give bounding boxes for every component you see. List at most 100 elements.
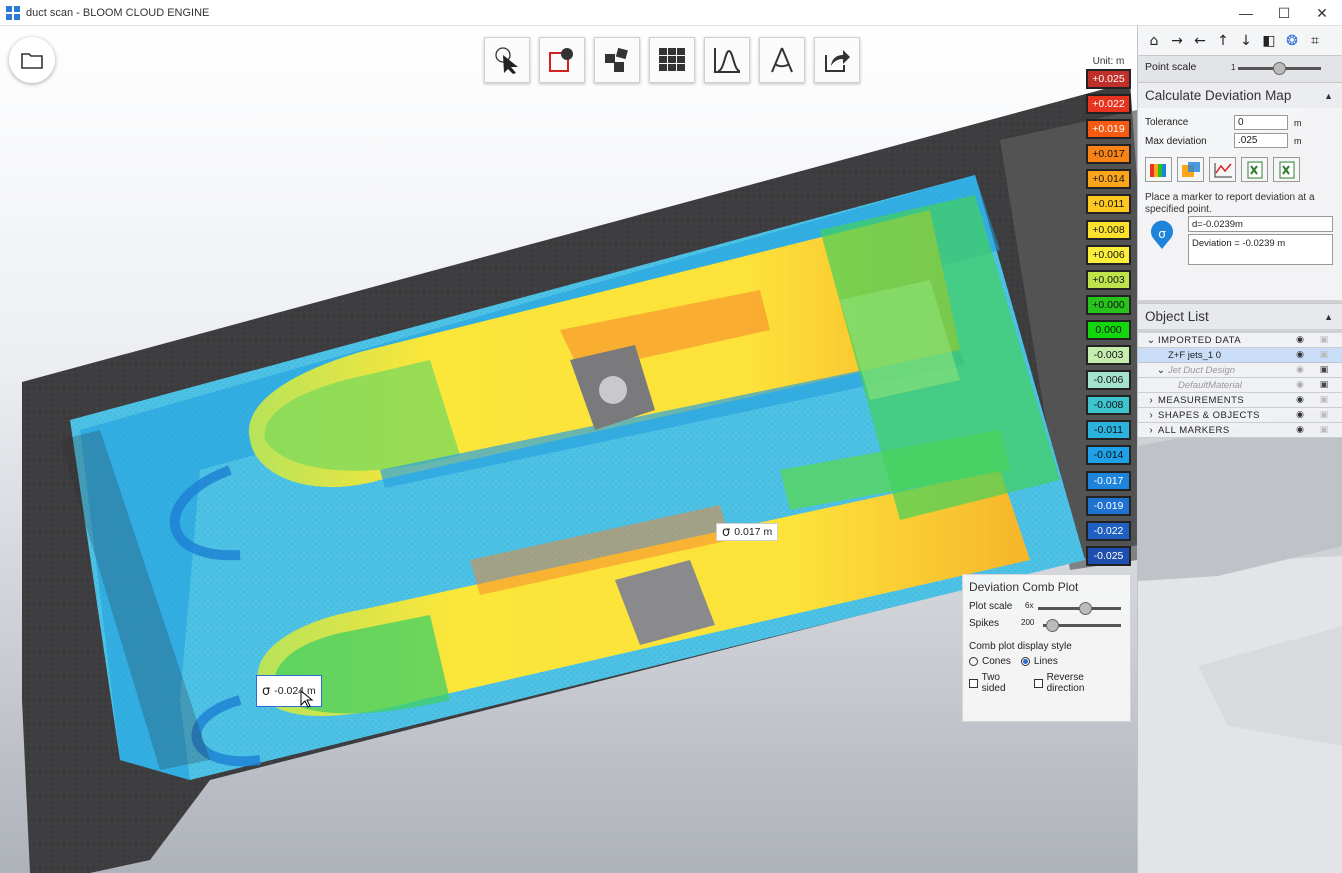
visibility-eye-icon[interactable]: ◉ <box>1294 395 1306 405</box>
tolerance-input[interactable]: 0 <box>1234 115 1288 130</box>
expand-arrow-icon[interactable]: › <box>1144 410 1158 421</box>
plot-scale-slider[interactable] <box>1038 602 1121 615</box>
deviation-legend: +0.025 +0.022 +0.019 +0.017 +0.014 +0.011 +0.0… <box>1086 69 1131 571</box>
point-scale-slider-knob[interactable] <box>1273 62 1286 75</box>
svg-text:σ: σ <box>1158 227 1166 241</box>
legend-unit: Unit: m <box>1092 56 1125 67</box>
marker-detail-field[interactable]: Deviation = -0.0239 m <box>1188 234 1333 265</box>
deviation-marker[interactable]: σ 0.017 m <box>716 523 779 541</box>
home-view-icon[interactable]: ⌂ <box>1146 33 1162 49</box>
lock-icon[interactable]: ▣ <box>1318 425 1330 435</box>
cursor-icon <box>495 47 518 74</box>
lock-icon[interactable]: ▣ <box>1318 395 1330 405</box>
share-icon <box>825 50 850 72</box>
excel-report-button[interactable] <box>1273 157 1300 182</box>
arrow-up-icon[interactable]: ↑ <box>1215 33 1231 49</box>
object-list-header[interactable]: Object List ▲ <box>1138 303 1342 329</box>
export-tool-button[interactable] <box>814 37 860 83</box>
spikes-slider[interactable] <box>1043 619 1121 632</box>
marker-pin-icon: σ <box>262 683 271 699</box>
visibility-eye-icon[interactable]: ◉ <box>1294 335 1306 345</box>
object-list-row[interactable]: › SHAPES & OBJECTS ◉ ▣ <box>1138 408 1342 423</box>
marker-pin-icon[interactable]: σ <box>1148 220 1176 250</box>
visibility-eye-icon[interactable]: ◉ <box>1294 350 1306 360</box>
arrow-right-icon[interactable]: → <box>1169 33 1185 49</box>
legend-swatch: +0.000 <box>1086 294 1131 315</box>
max-deviation-input[interactable]: .025 <box>1234 133 1288 148</box>
title-bar: duct scan - BLOOM CLOUD ENGINE — ☐ ✕ <box>0 0 1342 26</box>
excel-export-button[interactable] <box>1241 157 1268 182</box>
expand-arrow-icon[interactable]: › <box>1144 395 1158 406</box>
axes-chart-button[interactable] <box>1209 157 1236 182</box>
spikes-slider-knob[interactable] <box>1046 619 1060 632</box>
lock-icon[interactable]: ▣ <box>1318 380 1330 390</box>
comb-plot-panel: Deviation Comb Plot Plot scale 6x Spikes… <box>962 574 1131 722</box>
grid-tool-button[interactable] <box>649 37 695 83</box>
segment-tool-button[interactable] <box>594 37 640 83</box>
lock-icon[interactable]: ▣ <box>1318 410 1330 420</box>
object-list-row[interactable]: › ALL MARKERS ◉ ▣ <box>1138 423 1342 438</box>
reverse-direction-checkbox[interactable]: Reverse direction <box>1033 672 1120 694</box>
legend-swatch: -0.003 <box>1086 345 1131 366</box>
point-scale-label: Point scale <box>1145 61 1197 73</box>
expand-arrow-icon[interactable]: › <box>1144 425 1158 436</box>
visibility-eye-icon[interactable]: ◉ <box>1294 380 1306 390</box>
visibility-eye-icon[interactable]: ◉ <box>1294 425 1306 435</box>
sphere-view-icon[interactable]: ❂ <box>1284 33 1300 49</box>
minimize-button[interactable]: — <box>1226 0 1266 26</box>
object-list-row[interactable]: ⌄ IMPORTED DATA ◉ ▣ <box>1138 333 1342 348</box>
collapse-arrow-icon[interactable]: ⌄ <box>1144 335 1158 346</box>
cube-view-icon[interactable]: ◧ <box>1261 33 1277 49</box>
app-logo-icon <box>6 5 20 20</box>
select-tool-button[interactable] <box>484 37 530 83</box>
lines-radio[interactable]: Lines <box>1020 656 1058 667</box>
lines-label: Lines <box>1033 656 1058 667</box>
compare-button[interactable] <box>1177 157 1204 182</box>
marker-value-field[interactable]: d=-0.0239m <box>1188 216 1333 232</box>
lock-icon[interactable]: ▣ <box>1318 350 1330 360</box>
comb-plot-title: Deviation Comb Plot <box>969 580 1079 594</box>
deviation-map-header[interactable]: Calculate Deviation Map ▲ <box>1138 82 1342 108</box>
arrow-left-icon[interactable]: ← <box>1192 33 1208 49</box>
marker-label: 0.017 m <box>734 526 773 538</box>
measure-tool-button[interactable] <box>759 37 805 83</box>
object-list-row[interactable]: › MEASUREMENTS ◉ ▣ <box>1138 393 1342 408</box>
marker-hint: Place a marker to report deviation at a … <box>1145 192 1315 215</box>
legend-swatch: +0.008 <box>1086 219 1131 240</box>
visibility-eye-icon[interactable]: ◉ <box>1294 410 1306 420</box>
collapse-arrow-icon[interactable]: ⌄ <box>1154 365 1168 376</box>
object-list-title: Object List <box>1145 309 1209 324</box>
lock-icon[interactable]: ▣ <box>1318 365 1330 375</box>
max-deviation-unit: m <box>1294 136 1302 146</box>
mouse-cursor-icon <box>300 690 314 708</box>
point-scale-slider[interactable] <box>1238 62 1321 75</box>
plot-scale-value: 6x <box>1025 601 1034 610</box>
profile-curve-icon <box>714 48 741 73</box>
legend-swatch: -0.008 <box>1086 395 1131 416</box>
two-sided-checkbox[interactable]: Two sided <box>969 672 1024 694</box>
object-label: ALL MARKERS <box>1158 424 1230 436</box>
3d-viewport[interactable]: σ 0.017 m σ -0.024 m Unit: m +0.025 +0.02… <box>0 26 1137 873</box>
spikes-value: 200 <box>1021 618 1035 627</box>
color-map-button[interactable] <box>1145 157 1172 182</box>
plot-scale-slider-knob[interactable] <box>1078 602 1092 615</box>
cones-radio[interactable]: Cones <box>969 656 1011 667</box>
clip-tool-button[interactable] <box>539 37 585 83</box>
checkbox-icon <box>969 678 978 688</box>
object-list-row[interactable]: DefaultMaterial ◉ ▣ <box>1138 378 1342 393</box>
object-list-row[interactable]: Z+F jets_1 0 ◉ ▣ <box>1138 348 1342 363</box>
grid-icon <box>659 48 685 71</box>
plot-scale-label: Plot scale <box>969 601 1013 612</box>
legend-swatch: +0.006 <box>1086 244 1131 265</box>
visibility-eye-icon[interactable]: ◉ <box>1294 365 1306 375</box>
marker-pin-icon: σ <box>722 524 731 540</box>
object-list-row[interactable]: ⌄ Jet Duct Design ◉ ▣ <box>1138 363 1342 378</box>
lock-icon[interactable]: ▣ <box>1318 335 1330 345</box>
collapse-icon: ▲ <box>1324 90 1333 101</box>
open-folder-button[interactable] <box>9 37 55 83</box>
crop-icon[interactable]: ⌗ <box>1307 33 1323 49</box>
profile-tool-button[interactable] <box>704 37 750 83</box>
arrow-down-icon[interactable]: ↓ <box>1238 33 1254 49</box>
maximize-button[interactable]: ☐ <box>1264 0 1304 26</box>
close-button[interactable]: ✕ <box>1302 0 1342 26</box>
